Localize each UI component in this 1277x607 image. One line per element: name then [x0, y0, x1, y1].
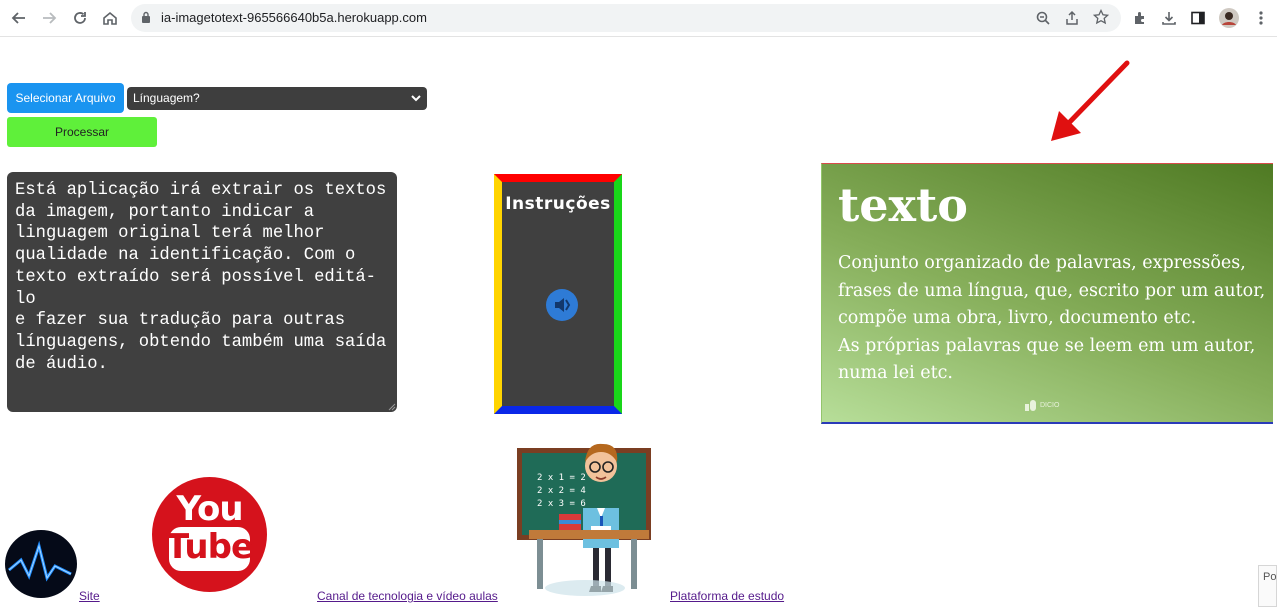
- address-bar[interactable]: ia-imagetotext-965566640b5a.herokuapp.co…: [131, 4, 1121, 32]
- teacher-illustration[interactable]: 2 x 1 = 2 2 x 2 = 4 2 x 3 = 6: [515, 436, 655, 600]
- word-definition: Conjunto organizado de palavras, express…: [838, 253, 1266, 383]
- red-arrow-icon: [1051, 60, 1130, 141]
- bookmark-star-icon[interactable]: [1092, 8, 1110, 30]
- share-icon[interactable]: [1064, 10, 1080, 31]
- site-logo-icon[interactable]: [5, 530, 77, 598]
- language-select-value: Línguagem?: [133, 91, 200, 105]
- reload-icon[interactable]: [69, 7, 91, 29]
- study-platform-link[interactable]: Plataforma de estudo: [670, 589, 784, 603]
- youtube-logo-icon[interactable]: You Tube: [152, 477, 267, 592]
- youtube-logo-text-top: You: [176, 489, 243, 529]
- lock-icon: [141, 11, 151, 29]
- channel-link[interactable]: Canal de tecnologia e vídeo aulas: [317, 589, 498, 603]
- zoom-icon[interactable]: [1035, 10, 1051, 31]
- select-file-button[interactable]: Selecionar Arquivo: [7, 83, 124, 113]
- word-title: texto: [838, 178, 968, 232]
- profile-avatar-icon[interactable]: [1218, 7, 1240, 29]
- instructions-panel[interactable]: Instruções: [494, 174, 622, 414]
- forward-icon[interactable]: [38, 7, 60, 29]
- resize-handle-icon[interactable]: [388, 403, 396, 411]
- audio-player-icon[interactable]: [546, 289, 578, 321]
- instructions-title: Instruções: [505, 194, 611, 214]
- board-line-1: 2 x 1 = 2: [537, 473, 586, 483]
- back-icon[interactable]: [8, 7, 30, 29]
- word-definition-image: texto Conjunto organizado de palavras, e…: [821, 163, 1273, 424]
- site-link[interactable]: Site: [79, 589, 100, 603]
- youtube-logo-text-bottom: Tube: [165, 527, 254, 567]
- extensions-icon[interactable]: [1129, 7, 1151, 29]
- board-line-3: 2 x 3 = 6: [537, 499, 586, 509]
- chevron-down-icon: [411, 95, 421, 102]
- download-icon[interactable]: [1158, 7, 1180, 29]
- extracted-text-area[interactable]: Está aplicação irá extrair os textos da …: [7, 172, 397, 412]
- side-popup[interactable]: Po: [1258, 565, 1277, 607]
- menu-kebab-icon[interactable]: [1250, 7, 1272, 29]
- language-select[interactable]: Línguagem?: [127, 87, 427, 110]
- dicio-logo-text: DICIO: [1040, 402, 1060, 409]
- url-text: ia-imagetotext-965566640b5a.herokuapp.co…: [161, 10, 427, 25]
- home-icon[interactable]: [99, 7, 121, 29]
- dicio-logo: DICIO: [1025, 400, 1059, 411]
- process-button[interactable]: Processar: [7, 117, 157, 147]
- side-panel-icon[interactable]: [1187, 7, 1209, 29]
- board-line-2: 2 x 2 = 4: [537, 486, 586, 496]
- browser-toolbar: ia-imagetotext-965566640b5a.herokuapp.co…: [0, 0, 1277, 37]
